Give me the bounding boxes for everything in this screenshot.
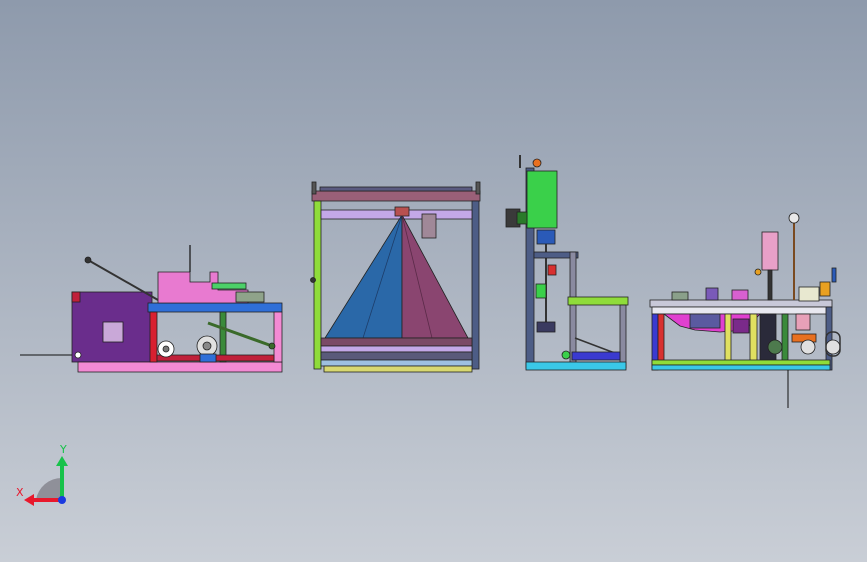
blue-tray — [571, 351, 621, 361]
coordinate-triad: Y X — [16, 443, 68, 506]
blue-actuator — [536, 229, 556, 245]
orange-valve — [819, 281, 831, 297]
dark-plate — [320, 351, 473, 361]
triad-plane — [36, 477, 62, 500]
pink-block — [795, 313, 811, 331]
tower-shaft — [767, 269, 773, 301]
green-control-box — [526, 170, 558, 229]
x-arrow-head — [24, 494, 34, 506]
cone-hub — [394, 206, 410, 217]
top-rail — [319, 186, 473, 192]
side-table-top — [567, 296, 629, 306]
y-axis-label: Y — [59, 443, 67, 456]
red-post-left — [657, 313, 665, 363]
gear-roller — [767, 339, 783, 355]
clamp-block — [671, 291, 689, 301]
z-axis-dot — [58, 496, 66, 504]
left-finial — [311, 181, 317, 195]
green-post — [219, 311, 227, 363]
gauge-head — [788, 212, 800, 224]
motor-block — [199, 353, 217, 363]
pink-post — [273, 311, 283, 363]
cad-viewport[interactable]: Y X — [0, 0, 867, 562]
blue-plate — [320, 359, 473, 367]
yellow-post-2 — [749, 313, 758, 365]
top-platform — [147, 302, 283, 313]
roller-left-hub — [162, 345, 170, 353]
yellow-post-1 — [724, 313, 732, 365]
drive-box — [536, 321, 556, 333]
red-sensor — [547, 264, 557, 276]
lower-plate — [320, 337, 473, 347]
x-axis-label: X — [16, 486, 24, 499]
red-post — [149, 311, 158, 363]
caster — [74, 351, 82, 359]
pink-tower — [761, 231, 779, 271]
tension-lever — [207, 321, 273, 348]
top-beam — [311, 190, 481, 202]
cone-left-face — [324, 213, 403, 339]
magenta-cap — [731, 289, 749, 301]
trough-plate — [689, 313, 721, 329]
lever-end — [268, 342, 276, 350]
right-frame-post — [569, 251, 577, 369]
gear-column — [759, 313, 777, 365]
cyan-base — [525, 361, 627, 371]
white-roller — [800, 339, 816, 355]
end-roller — [825, 339, 841, 355]
sensor-block — [235, 291, 265, 303]
machine-3-vertical-tower-module[interactable] — [505, 155, 629, 371]
table-post — [619, 304, 627, 369]
red-block — [71, 291, 81, 303]
roller-housing — [732, 318, 750, 334]
housing-window — [102, 321, 124, 343]
deck-rail — [651, 306, 831, 315]
white-box — [798, 286, 820, 302]
right-post — [471, 200, 480, 370]
motor-coupling — [516, 211, 528, 225]
green-post — [781, 313, 789, 365]
green-clamp — [535, 283, 547, 299]
purple-knob — [705, 287, 719, 301]
green-base — [651, 359, 831, 366]
arm-pivot — [84, 256, 92, 264]
yellow-base — [323, 365, 473, 373]
side-knob — [310, 277, 316, 283]
machine-4-roll-processing-module[interactable] — [649, 212, 841, 408]
roller-mid-hub — [202, 341, 212, 351]
left-post — [313, 200, 322, 370]
cad-drawing: Y X — [16, 155, 841, 506]
base-rail — [77, 361, 283, 373]
green-roller — [561, 350, 571, 360]
cyan-base — [651, 364, 831, 371]
hanger-bracket — [421, 213, 437, 239]
y-arrow-head — [56, 456, 68, 466]
right-finial — [475, 181, 481, 195]
machine-2-cone-frame-module[interactable] — [310, 181, 481, 373]
orange-knob — [532, 158, 542, 168]
green-bar — [211, 282, 247, 290]
orange-dot — [754, 268, 762, 276]
blue-pin — [831, 267, 837, 283]
lavender-plate — [320, 345, 473, 353]
machine-1-unwinding-module[interactable] — [20, 245, 283, 373]
